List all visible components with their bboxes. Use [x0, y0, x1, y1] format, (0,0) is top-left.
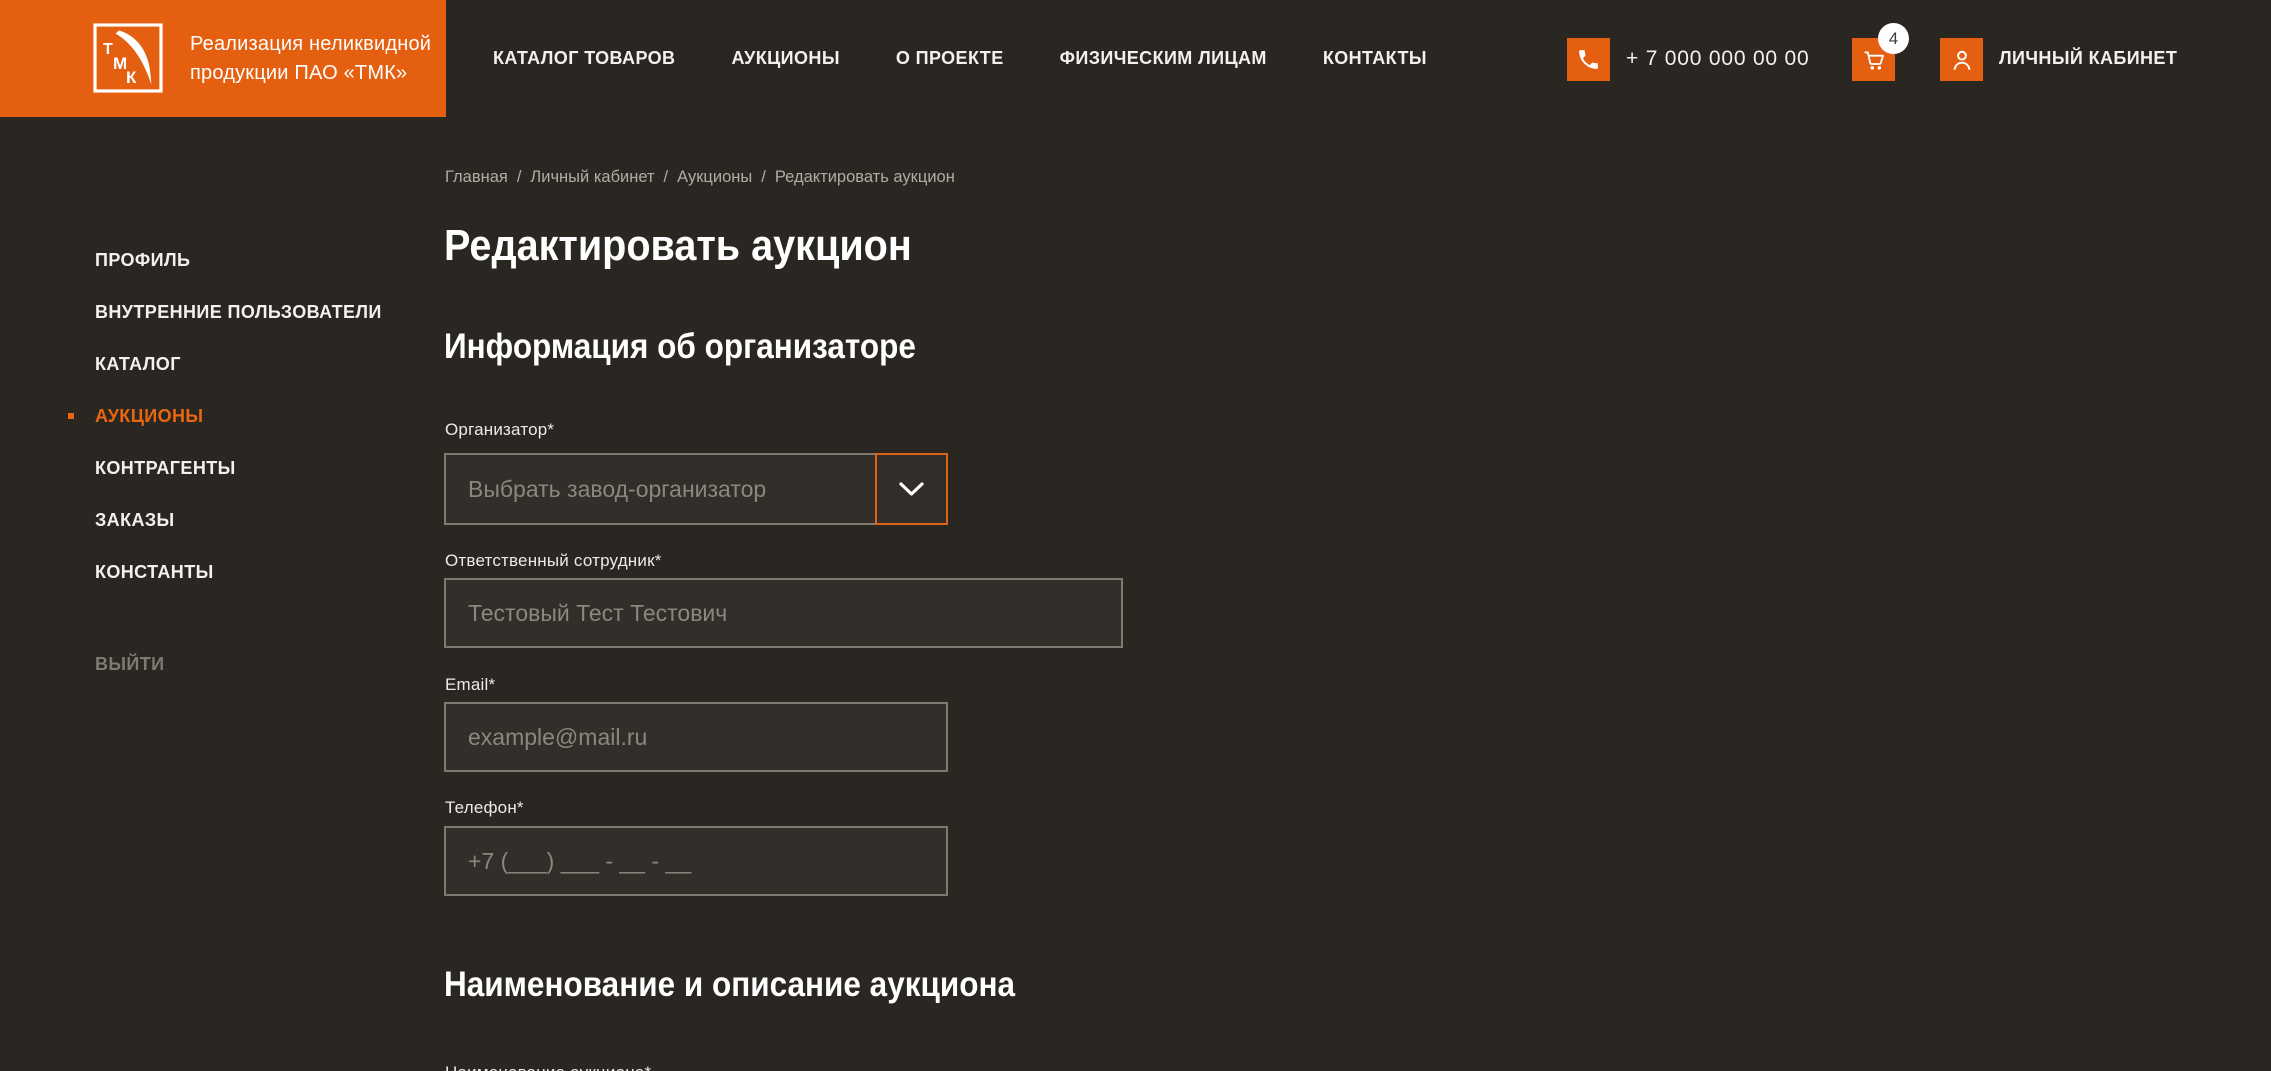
breadcrumb-account[interactable]: Личный кабинет	[530, 168, 654, 187]
breadcrumb-separator: /	[663, 168, 669, 186]
logo-tagline: Реализация неликвидной продукции ПАО «ТМ…	[190, 30, 431, 88]
nav-item-contacts[interactable]: КОНТАКТЫ	[1323, 48, 1427, 69]
organizer-select-placeholder: Выбрать завод-организатор	[468, 475, 767, 502]
sidebar-item-internal-users[interactable]: ВНУТРЕННИЕ ПОЛЬЗОВАТЕЛИ	[95, 301, 425, 323]
logo-tagline-line1: Реализация неликвидной	[190, 32, 432, 55]
user-icon	[1953, 50, 1970, 70]
header: Т М К Реализация неликвидной продукции П…	[0, 0, 2271, 117]
sidebar-item-auctions[interactable]: АУКЦИОНЫ	[68, 405, 425, 427]
sidebar-item-catalog[interactable]: КАТАЛОГ	[95, 353, 425, 375]
auction-name-label: Наименование аукциона*	[445, 1063, 651, 1071]
sidebar-item-orders[interactable]: ЗАКАЗЫ	[95, 509, 425, 531]
svg-text:К: К	[126, 68, 137, 87]
phone-label: Телефон*	[445, 798, 524, 817]
chevron-down-icon	[899, 481, 924, 496]
organizer-label: Организатор*	[445, 420, 555, 439]
logo-tagline-line2: продукции ПАО «ТМК»	[190, 61, 408, 84]
nav-item-individuals[interactable]: ФИЗИЧЕСКИМ ЛИЦАМ	[1060, 48, 1267, 69]
breadcrumb-home[interactable]: Главная	[445, 168, 508, 187]
active-item-bullet	[68, 413, 74, 419]
account-label[interactable]: ЛИЧНЫЙ КАБИНЕТ	[1999, 0, 2177, 117]
cart-count-badge: 4	[1878, 23, 1909, 54]
nav-item-about[interactable]: О ПРОЕКТЕ	[896, 48, 1004, 69]
organizer-select-box[interactable]: Выбрать завод-организатор	[444, 453, 877, 525]
breadcrumb: Главная / Личный кабинет / Аукционы / Ре…	[445, 168, 955, 187]
breadcrumb-auctions[interactable]: Аукционы	[677, 168, 752, 187]
header-phone-number[interactable]: + 7 000 000 00 00	[1626, 0, 1810, 117]
email-input[interactable]	[444, 702, 948, 772]
nav-item-catalog[interactable]: КАТАЛОГ ТОВАРОВ	[493, 48, 675, 69]
sidebar-item-profile[interactable]: ПРОФИЛЬ	[95, 249, 425, 271]
breadcrumb-current: Редактировать аукцион	[774, 168, 955, 186]
nav-item-auctions[interactable]: АУКЦИОНЫ	[731, 48, 839, 69]
breadcrumb-separator: /	[761, 168, 766, 186]
sidebar-item-counterparties[interactable]: КОНТРАГЕНТЫ	[95, 457, 425, 479]
svg-text:Т: Т	[103, 41, 113, 58]
naming-section-heading: Наименование и описание аукциона	[444, 965, 1016, 1004]
organizer-select-toggle[interactable]	[875, 453, 948, 525]
tmk-logo-icon: Т М К	[93, 23, 163, 93]
account-button[interactable]	[1940, 38, 1983, 81]
page-title: Редактировать аукцион	[444, 221, 912, 270]
logout-button[interactable]: ВЫЙТИ	[95, 653, 425, 675]
logo[interactable]: Т М К Реализация неликвидной продукции П…	[0, 0, 446, 117]
phone-icon	[1579, 50, 1598, 69]
phone-button[interactable]	[1567, 38, 1610, 81]
email-label: Email*	[445, 675, 496, 694]
organizer-section-heading: Информация об организаторе	[444, 327, 916, 366]
breadcrumb-separator: /	[516, 168, 522, 186]
main-nav: КАТАЛОГ ТОВАРОВ АУКЦИОНЫ О ПРОЕКТЕ ФИЗИЧ…	[493, 0, 1427, 117]
sidebar-item-constants[interactable]: КОНСТАНТЫ	[95, 561, 425, 583]
phone-input[interactable]	[444, 826, 948, 896]
organizer-select: Выбрать завод-организатор	[444, 453, 948, 525]
employee-label: Ответственный сотрудник*	[445, 551, 662, 570]
employee-input[interactable]	[444, 578, 1123, 648]
sidebar: ПРОФИЛЬ ВНУТРЕННИЕ ПОЛЬЗОВАТЕЛИ КАТАЛОГ …	[68, 249, 425, 675]
sidebar-item-label: АУКЦИОНЫ	[95, 406, 204, 426]
